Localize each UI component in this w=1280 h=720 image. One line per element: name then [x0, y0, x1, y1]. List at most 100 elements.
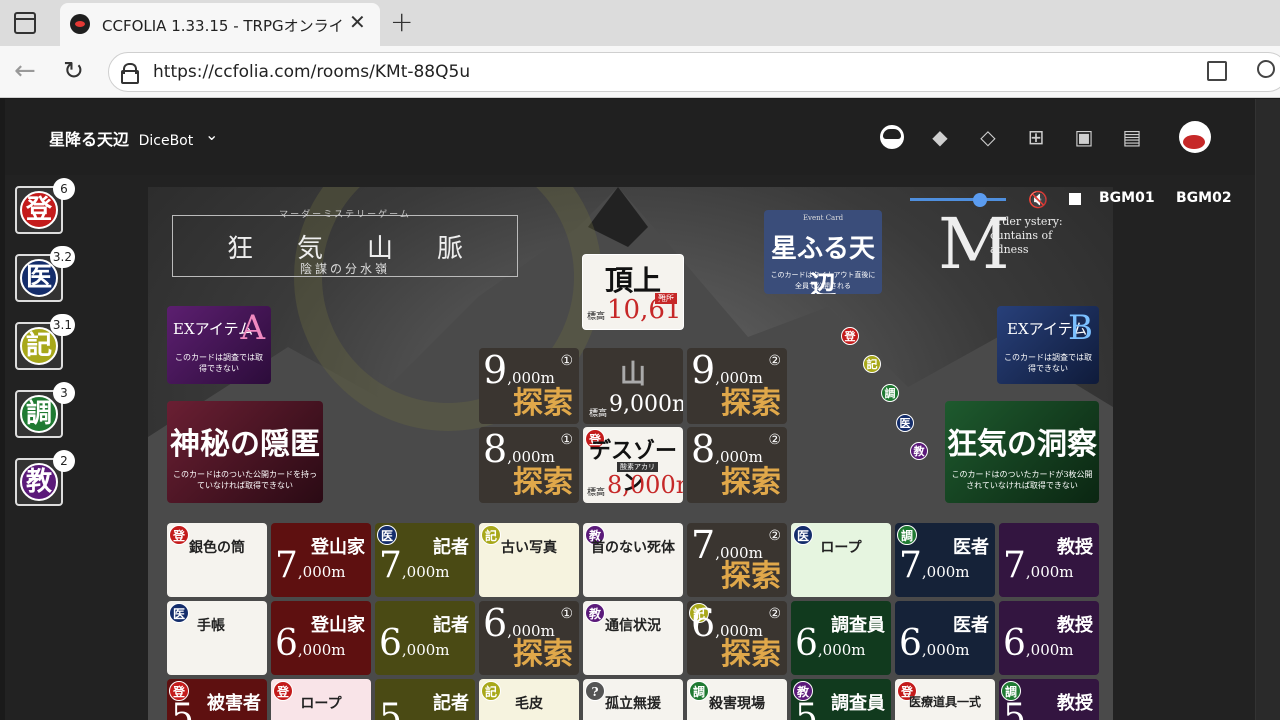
role-card-climber-6000[interactable]: 登山家 6,000m	[271, 601, 371, 675]
alt-unit: ,000m	[297, 641, 346, 659]
bgm-track-2[interactable]: BGM02	[1176, 190, 1232, 206]
stop-icon[interactable]	[1069, 193, 1081, 205]
tab-actions-icon[interactable]	[14, 12, 36, 34]
search-card-9000-2[interactable]: 9,000m ② 探索	[687, 348, 787, 424]
volume-slider-thumb[interactable]	[973, 193, 988, 207]
mountain-card[interactable]: 山 標高 9,000m	[583, 348, 683, 424]
character-chip-journalist[interactable]: 記 3.1	[15, 314, 75, 370]
ex-a-note: このカードは調査では取得できない	[175, 353, 263, 373]
search-card-7000-2[interactable]: 7,000m ② 探索	[687, 523, 787, 597]
slot-number: ②	[768, 353, 781, 369]
alt-number: 5	[379, 697, 402, 720]
event-card[interactable]: Event Card 星ふる天辺 このカードはタイムアウト直後に全員で公開される	[764, 210, 882, 294]
search-card-6000-1[interactable]: 6,000m ① 探索	[479, 601, 579, 675]
item-card-rope[interactable]: 医 ロープ	[791, 523, 891, 597]
item-name: 毛皮	[515, 696, 543, 712]
item-name: 首のない死体	[591, 540, 675, 556]
character-chip-investigator[interactable]: 調 3	[15, 382, 75, 438]
investigator-token[interactable]: 調	[881, 384, 899, 402]
reload-icon[interactable]: ↻	[63, 56, 84, 85]
add-comment-icon[interactable]: ⊞	[1024, 125, 1048, 149]
alt-unit: ,000m	[507, 448, 555, 466]
chip-badge: 3.1	[49, 314, 75, 336]
zoom-icon[interactable]	[1257, 60, 1275, 78]
ex-b-letter: B	[1068, 308, 1093, 348]
journalist-token[interactable]: 記	[863, 355, 881, 373]
mountain-altitude: 9,000m	[609, 392, 683, 417]
alt-number: 7	[275, 545, 298, 586]
role-card-victim-5000[interactable]: 登 被害者 5	[167, 679, 267, 720]
user-avatar[interactable]	[1179, 121, 1211, 153]
death-zone-card[interactable]: 登 デスゾーン 酸素アカリ 標高 8,000m	[583, 427, 683, 503]
room-title[interactable]: 星降る天辺 DiceBot	[49, 126, 193, 150]
item-card-comm-status[interactable]: 教 通信状況	[583, 601, 683, 675]
role-card-investigator-6000[interactable]: 調査員 6,000m	[791, 601, 891, 675]
role-card-doctor-7000[interactable]: 調 医者 7,000m	[895, 523, 995, 597]
alt-number: 6	[691, 601, 716, 645]
mystery-card[interactable]: 神秘の隠匿 このカードはのついた公開カードを持っていなければ取得できない	[167, 401, 323, 503]
extensions-icon[interactable]	[1207, 61, 1227, 81]
item-card-isolated[interactable]: ? 孤立無援	[583, 679, 683, 720]
chip-badge: 3.2	[49, 246, 75, 268]
role-card-doctor-6000[interactable]: 医者 6,000m	[895, 601, 995, 675]
climber-token[interactable]: 登	[841, 327, 859, 345]
role-card-professor-7000[interactable]: 教授 7,000m	[999, 523, 1099, 597]
layers-icon[interactable]: ◆	[928, 125, 952, 149]
mute-icon[interactable]: 🔇	[1028, 190, 1048, 209]
item-card-fur[interactable]: 記 毛皮	[479, 679, 579, 720]
new-tab-icon[interactable]: +	[390, 8, 413, 36]
role-card-journalist-5000[interactable]: 記者 5	[375, 679, 475, 720]
chip-glyph: 登	[20, 191, 58, 229]
item-card-silver-tube[interactable]: 登 銀色の筒	[167, 523, 267, 597]
layers-outline-icon[interactable]: ◇	[976, 125, 1000, 149]
logo-text: urder ystery: ountains of adness	[990, 215, 1063, 256]
role-card-professor-5000[interactable]: 調 教授 5	[999, 679, 1099, 720]
tab-close-icon[interactable]: ✕	[349, 12, 366, 32]
role-card-climber-7000[interactable]: 登山家 7,000m	[271, 523, 371, 597]
doctor-token[interactable]: 医	[896, 414, 914, 432]
character-chip-professor[interactable]: 教 2	[15, 450, 75, 506]
chevron-down-icon[interactable]: ⌄	[205, 125, 218, 144]
search-card-9000-1[interactable]: 9,000m ① 探索	[479, 348, 579, 424]
alt-number: 8	[691, 427, 716, 471]
chip-glyph: 調	[20, 395, 58, 433]
role-card-professor-6000[interactable]: 教授 6,000m	[999, 601, 1099, 675]
character-face-icon[interactable]	[880, 125, 904, 149]
professor-token[interactable]: 教	[910, 442, 928, 460]
bgm-track-1[interactable]: BGM01	[1099, 190, 1155, 206]
back-icon[interactable]: ←	[14, 56, 36, 86]
search-label: 探索	[721, 465, 781, 500]
ex-item-b-card[interactable]: EXアイテム B このカードは調査では取得できない	[997, 306, 1099, 384]
browser-tab[interactable]: CCFOLIA 1.33.15 - TRPGオンラインセ ✕	[60, 3, 380, 46]
summit-card[interactable]: 頂上 難所 標高 10,615m	[582, 254, 684, 330]
alt-number: 7	[691, 523, 716, 567]
search-card-6000-2[interactable]: 記 6,000m ② 探索	[687, 601, 787, 675]
item-card-notebook[interactable]: 医 手帳	[167, 601, 267, 675]
role-card-investigator-5000[interactable]: 教 調査員 5	[791, 679, 891, 720]
role-label: 被害者	[207, 693, 261, 714]
item-name: 医療道具一式	[908, 695, 981, 709]
url-field[interactable]: https://ccfolia.com/rooms/KMt-88Q5u	[108, 52, 1280, 92]
screen-icon[interactable]: ▣	[1072, 125, 1096, 149]
item-card-medical-kit[interactable]: 登 医療道具一式	[895, 679, 995, 720]
ex-item-a-card[interactable]: EXアイテム A このカードは調査では取得できない	[167, 306, 271, 384]
lock-icon[interactable]	[121, 63, 139, 84]
summit-alt-label: 標高	[587, 312, 606, 322]
slot-number: ②	[768, 606, 781, 622]
role-card-journalist-7000[interactable]: 医 記者 7,000m	[375, 523, 475, 597]
item-card-crime-scene[interactable]: 調 殺害現場	[687, 679, 787, 720]
movie-icon[interactable]: ▤	[1120, 125, 1144, 149]
game-board[interactable]: マーダーミステリーゲーム 狂気山脈 陰謀の分水嶺 M urder ystery:…	[148, 187, 1113, 720]
item-card-headless-body[interactable]: 教 首のない死体	[583, 523, 683, 597]
search-card-8000-2[interactable]: 8,000m ② 探索	[687, 427, 787, 503]
search-card-8000-1[interactable]: 8,000m ① 探索	[479, 427, 579, 503]
item-card-old-photo[interactable]: 記 古い写真	[479, 523, 579, 597]
slot-number: ①	[560, 432, 573, 448]
item-card-rope-2[interactable]: 登 ロープ	[271, 679, 371, 720]
character-chip-climber[interactable]: 登 6	[15, 178, 75, 234]
role-card-journalist-6000[interactable]: 記者 6,000m	[375, 601, 475, 675]
cave-card[interactable]: 狂気の洞察 このカードはのついたカードが3枚公開されていなければ取得できない	[945, 401, 1099, 503]
character-chip-doctor[interactable]: 医 3.2	[15, 246, 75, 302]
volume-slider[interactable]	[910, 198, 1006, 201]
title-subtitle: マーダーミステリーゲーム	[279, 210, 411, 220]
